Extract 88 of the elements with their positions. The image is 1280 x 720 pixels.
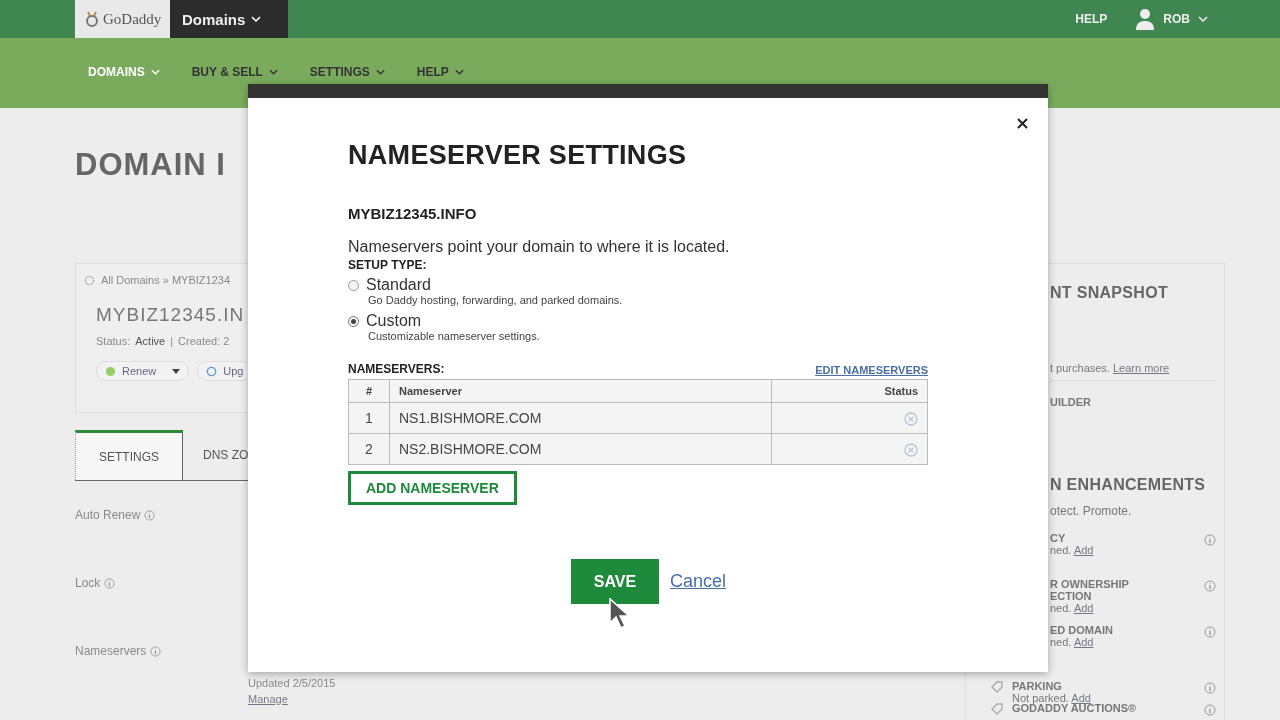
option-hint: Customizable nameserver settings. bbox=[368, 330, 541, 342]
column-header: # bbox=[348, 379, 390, 403]
chevron-icon bbox=[251, 16, 262, 22]
option-label: Standard bbox=[366, 276, 431, 294]
save-button[interactable]: SAVE bbox=[571, 559, 659, 604]
renew-button[interactable]: Renew bbox=[96, 361, 190, 381]
dialog-title: NAMESERVER SETTINGS bbox=[348, 140, 688, 171]
separator: | bbox=[170, 335, 174, 347]
help-icon[interactable] bbox=[150, 645, 162, 657]
tag-icon bbox=[990, 680, 1004, 694]
nav-item[interactable]: BUY & SELL bbox=[191, 65, 278, 79]
column-header: Status bbox=[771, 379, 928, 403]
tab[interactable]: DNS ZO bbox=[183, 430, 248, 480]
page-title: DOMAIN I bbox=[75, 147, 226, 184]
table-cell: 2 bbox=[348, 433, 390, 465]
domain-name: MYBIZ12345.INFO bbox=[348, 205, 478, 222]
setup-type-label: SETUP TYPE: bbox=[348, 258, 428, 272]
column-header: Nameserver bbox=[389, 379, 772, 403]
updated-date: Updated 2/5/2015 bbox=[248, 676, 336, 691]
chevron-icon bbox=[375, 69, 385, 75]
created-date: Created: 2 bbox=[178, 335, 230, 347]
chevron-icon bbox=[1198, 16, 1208, 22]
logo[interactable]: GoDaddy bbox=[75, 0, 170, 38]
status-label: Status: bbox=[96, 335, 131, 347]
mascot-icon bbox=[85, 10, 99, 28]
radio-button[interactable] bbox=[348, 315, 359, 327]
nameservers-label: NAMESERVERS: bbox=[348, 362, 445, 376]
nav-item[interactable]: HELP bbox=[416, 65, 464, 79]
info-icon[interactable] bbox=[1204, 682, 1216, 694]
radio-button[interactable] bbox=[348, 279, 359, 291]
remove-icon[interactable] bbox=[904, 443, 918, 458]
item-status: ned. bbox=[1050, 544, 1072, 556]
option-label: Custom bbox=[366, 312, 422, 330]
setting-label: Lock bbox=[75, 576, 101, 590]
product-name: UILDER bbox=[1050, 396, 1092, 408]
manage-link[interactable]: Manage bbox=[248, 691, 288, 707]
add-link[interactable]: Add bbox=[1073, 544, 1094, 556]
info-icon[interactable] bbox=[1204, 704, 1216, 716]
info-icon[interactable] bbox=[1204, 626, 1216, 638]
section-title: NT SNAPSHOT bbox=[1050, 284, 1168, 302]
item-name: CY bbox=[1050, 532, 1067, 544]
item-name: PARKING bbox=[1012, 680, 1063, 692]
cancel-link[interactable]: Cancel bbox=[670, 571, 727, 592]
status-value: Active bbox=[135, 335, 166, 347]
item-name: ECTION bbox=[1050, 590, 1093, 602]
snapshot-text: t purchases. bbox=[1050, 362, 1110, 374]
section-title: N ENHANCEMENTS bbox=[1050, 476, 1206, 494]
tab[interactable]: SETTINGS bbox=[75, 430, 183, 480]
domain-name: MYBIZ12345.IN bbox=[96, 304, 246, 326]
add-nameserver-button[interactable]: ADD NAMESERVER bbox=[348, 471, 517, 505]
edit-nameservers-link[interactable]: EDIT NAMESERVERS bbox=[815, 364, 928, 376]
add-link[interactable]: Add bbox=[1071, 692, 1091, 704]
tag-icon bbox=[990, 702, 1004, 716]
add-link[interactable]: Add bbox=[1073, 636, 1094, 648]
option-hint: Go Daddy hosting, forwarding, and parked domains. bbox=[368, 294, 624, 306]
caret-icon bbox=[172, 368, 181, 374]
nav-item[interactable]: SETTINGS bbox=[309, 65, 385, 79]
remove-icon[interactable] bbox=[904, 412, 918, 427]
item-status: Not parked. bbox=[1012, 692, 1069, 704]
help-icon[interactable] bbox=[104, 577, 116, 589]
description: Nameservers point your domain to where it is located. bbox=[348, 238, 731, 256]
chevron-icon bbox=[150, 69, 160, 75]
info-icon[interactable] bbox=[1204, 580, 1216, 592]
user-menu[interactable]: ROB bbox=[1163, 12, 1190, 26]
breadcrumb[interactable]: All Domains » MYBIZ1234 bbox=[101, 274, 230, 286]
close-icon[interactable] bbox=[1017, 118, 1028, 129]
section-subtitle: otect. Promote. bbox=[1050, 504, 1133, 518]
nav-item[interactable]: DOMAINS bbox=[88, 65, 160, 79]
learn-more-link[interactable]: Learn more bbox=[1113, 362, 1170, 374]
table-cell: NS2.BISHMORE.COM bbox=[389, 433, 772, 465]
help-link[interactable]: HELP bbox=[1075, 12, 1108, 26]
upgrade-button[interactable]: Upg bbox=[197, 361, 248, 381]
table-cell: 1 bbox=[348, 402, 390, 434]
chevron-icon bbox=[454, 69, 464, 75]
setting-label: Auto Renew bbox=[75, 508, 141, 522]
table-cell: NS1.BISHMORE.COM bbox=[389, 402, 772, 434]
info-icon[interactable] bbox=[1204, 534, 1216, 546]
product-menu[interactable]: Domains bbox=[170, 0, 288, 38]
item-name: GODADDY AUCTIONS® bbox=[1012, 702, 1138, 714]
add-link[interactable]: Add bbox=[1073, 602, 1094, 614]
item-name: ED DOMAIN bbox=[1050, 624, 1113, 636]
setting-label: Nameservers bbox=[75, 644, 147, 658]
help-icon[interactable] bbox=[144, 509, 156, 521]
item-status: ned. bbox=[1050, 636, 1072, 648]
item-status: ned. bbox=[1050, 602, 1072, 614]
chevron-icon bbox=[268, 69, 278, 75]
item-name: R OWNERSHIP bbox=[1050, 578, 1129, 590]
user-icon[interactable] bbox=[1135, 8, 1156, 30]
